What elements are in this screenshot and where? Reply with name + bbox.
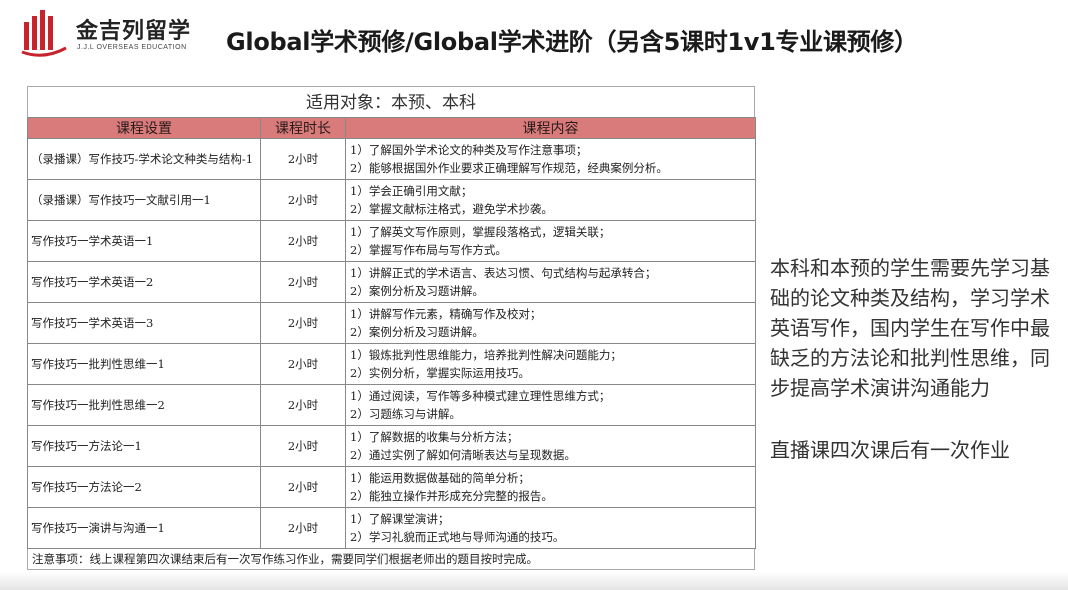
course-content-cell: 1）了解英文写作原则，掌握段落格式，逻辑关联； 2）掌握写作布局与写作方式。 bbox=[345, 220, 756, 262]
column-header-duration: 课程时长 bbox=[260, 117, 346, 139]
content-line: 1）通过阅读，写作等多种模式建立理性思维方式； bbox=[350, 389, 611, 403]
course-name-cell: （录播课）写作技巧-学术论文种类与结构-1 bbox=[27, 138, 261, 180]
brand-logo: 金吉列留学 J.J.L OVERSEAS EDUCATION bbox=[20, 8, 195, 63]
content-line: 1）了解课堂演讲； bbox=[350, 512, 450, 526]
course-name-cell: 写作技巧一学术英语一2 bbox=[27, 261, 261, 303]
course-duration-cell: 2小时 bbox=[260, 466, 346, 508]
table-row: 写作技巧一学术英语一3 2小时 1）讲解写作元素，精确写作及校对； 2）案例分析及习题… bbox=[27, 302, 756, 344]
side-paragraph-2: 直播课四次课后有一次作业 bbox=[770, 438, 1010, 462]
table-row: 写作技巧一方法论一2 2小时 1）能运用数据做基础的简单分析； 2）能独立操作并形成充… bbox=[27, 466, 756, 508]
table-row: （录播课）写作技巧一文献引用一1 2小时 1）学会正确引用文献； 2）掌握文献标注格式… bbox=[27, 179, 756, 221]
course-content-cell: 1）通过阅读，写作等多种模式建立理性思维方式； 2）习题练习与讲解。 bbox=[345, 384, 756, 426]
audience-label: 适用对象：本预、本科 bbox=[27, 86, 755, 117]
content-line: 2）能够根据国外作业要求正确理解写作规范，经典案例分析。 bbox=[350, 161, 668, 175]
content-line: 2）通过实例了解如何清晰表达与呈现数据。 bbox=[350, 448, 576, 462]
content-line: 1）讲解正式的学术语言、表达习惯、句式结构与起承转合； bbox=[350, 266, 657, 280]
course-duration-cell: 2小时 bbox=[260, 302, 346, 344]
content-line: 1）学会正确引用文献； bbox=[350, 184, 473, 198]
content-line: 1）了解数据的收集与分析方法； bbox=[350, 430, 519, 444]
content-line: 2）能独立操作并形成充分完整的报告。 bbox=[350, 489, 553, 503]
content-line: 2）实例分析，掌握实际运用技巧。 bbox=[350, 366, 530, 380]
course-duration-cell: 2小时 bbox=[260, 507, 346, 549]
course-content-cell: 1）讲解正式的学术语言、表达习惯、句式结构与起承转合； 2）案例分析及习题讲解。 bbox=[345, 261, 756, 303]
table-row: 写作技巧一学术英语一2 2小时 1）讲解正式的学术语言、表达习惯、句式结构与起承转合… bbox=[27, 261, 756, 303]
column-header-course: 课程设置 bbox=[27, 117, 261, 139]
course-name-cell: （录播课）写作技巧一文献引用一1 bbox=[27, 179, 261, 221]
logo-mark-icon bbox=[21, 10, 67, 57]
table-header-row: 课程设置 课程时长 课程内容 bbox=[27, 117, 756, 139]
course-content-cell: 1）锻炼批判性思维能力，培养批判性解决问题能力； 2）实例分析，掌握实际运用技巧。 bbox=[345, 343, 756, 385]
course-duration-cell: 2小时 bbox=[260, 384, 346, 426]
table-body: （录播课）写作技巧-学术论文种类与结构-1 2小时 1）了解国外学术论文的种类及写作… bbox=[27, 138, 756, 549]
table-row: 写作技巧一批判性思维一2 2小时 1）通过阅读，写作等多种模式建立理性思维方式； 2）… bbox=[27, 384, 756, 426]
bottom-shadow-bar bbox=[0, 572, 1068, 590]
side-paragraph-1: 本科和本预的学生需要先学习基础的论文种类及结构，学习学术英语写作，国内学生在写作… bbox=[770, 256, 1050, 400]
course-content-cell: 1）了解国外学术论文的种类及写作注意事项； 2）能够根据国外作业要求正确理解写作规… bbox=[345, 138, 756, 180]
course-name-cell: 写作技巧一演讲与沟通一1 bbox=[27, 507, 261, 549]
course-content-cell: 1）了解数据的收集与分析方法； 2）通过实例了解如何清晰表达与呈现数据。 bbox=[345, 425, 756, 467]
content-line: 1）能运用数据做基础的简单分析； bbox=[350, 471, 530, 485]
content-line: 2）案例分析及习题讲解。 bbox=[350, 284, 484, 298]
course-duration-cell: 2小时 bbox=[260, 343, 346, 385]
table-row: 写作技巧一方法论一1 2小时 1）了解数据的收集与分析方法； 2）通过实例了解如何清晰… bbox=[27, 425, 756, 467]
course-name-cell: 写作技巧一方法论一1 bbox=[27, 425, 261, 467]
column-header-content: 课程内容 bbox=[345, 117, 756, 139]
course-content-cell: 1）学会正确引用文献； 2）掌握文献标注格式，避免学术抄袭。 bbox=[345, 179, 756, 221]
course-duration-cell: 2小时 bbox=[260, 220, 346, 262]
content-line: 1）锻炼批判性思维能力，培养批判性解决问题能力； bbox=[350, 348, 622, 362]
table-note: 注意事项：线上课程第四次课结束后有一次写作练习作业，需要同学们根据老师出的题目按… bbox=[27, 549, 755, 570]
content-line: 1）了解英文写作原则，掌握段落格式，逻辑关联； bbox=[350, 225, 611, 239]
logo-text: 金吉列留学 bbox=[76, 19, 192, 44]
course-name-cell: 写作技巧一学术英语一3 bbox=[27, 302, 261, 344]
table-row: 写作技巧一演讲与沟通一1 2小时 1）了解课堂演讲； 2）学习礼貌而正式地与导师沟通的… bbox=[27, 507, 756, 549]
course-name-cell: 写作技巧一学术英语一1 bbox=[27, 220, 261, 262]
content-line: 2）掌握写作布局与写作方式。 bbox=[350, 243, 507, 257]
page-title: Global学术预修/Global学术进阶（另含5课时1v1专业课预修） bbox=[226, 28, 918, 56]
course-table: 课程设置 课程时长 课程内容 （录播课）写作技巧-学术论文种类与结构-1 2小时 1… bbox=[27, 117, 756, 549]
course-duration-cell: 2小时 bbox=[260, 138, 346, 180]
content-line: 2）学习礼貌而正式地与导师沟通的技巧。 bbox=[350, 530, 565, 544]
course-name-cell: 写作技巧一方法论一2 bbox=[27, 466, 261, 508]
course-name-cell: 写作技巧一批判性思维一1 bbox=[27, 343, 261, 385]
table-row: 写作技巧一学术英语一1 2小时 1）了解英文写作原则，掌握段落格式，逻辑关联； 2）掌… bbox=[27, 220, 756, 262]
logo-subtext: J.J.L OVERSEAS EDUCATION bbox=[77, 44, 187, 51]
content-line: 2）案例分析及习题讲解。 bbox=[350, 325, 484, 339]
course-duration-cell: 2小时 bbox=[260, 179, 346, 221]
side-description: 本科和本预的学生需要先学习基础的论文种类及结构，学习学术英语写作，国内学生在写作… bbox=[770, 253, 1060, 465]
content-line: 1）了解国外学术论文的种类及写作注意事项； bbox=[350, 143, 588, 157]
course-duration-cell: 2小时 bbox=[260, 261, 346, 303]
content-line: 2）习题练习与讲解。 bbox=[350, 407, 461, 421]
course-content-cell: 1）讲解写作元素，精确写作及校对； 2）案例分析及习题讲解。 bbox=[345, 302, 756, 344]
course-name-cell: 写作技巧一批判性思维一2 bbox=[27, 384, 261, 426]
course-table-container: 适用对象：本预、本科 课程设置 课程时长 课程内容 （录播课）写作技巧-学术论文… bbox=[27, 86, 756, 570]
table-row: 写作技巧一批判性思维一1 2小时 1）锻炼批判性思维能力，培养批判性解决问题能力； 2… bbox=[27, 343, 756, 385]
content-line: 1）讲解写作元素，精确写作及校对； bbox=[350, 307, 542, 321]
content-line: 2）掌握文献标注格式，避免学术抄袭。 bbox=[350, 202, 553, 216]
course-content-cell: 1）能运用数据做基础的简单分析； 2）能独立操作并形成充分完整的报告。 bbox=[345, 466, 756, 508]
course-content-cell: 1）了解课堂演讲； 2）学习礼貌而正式地与导师沟通的技巧。 bbox=[345, 507, 756, 549]
course-duration-cell: 2小时 bbox=[260, 425, 346, 467]
table-row: （录播课）写作技巧-学术论文种类与结构-1 2小时 1）了解国外学术论文的种类及写作… bbox=[27, 138, 756, 180]
